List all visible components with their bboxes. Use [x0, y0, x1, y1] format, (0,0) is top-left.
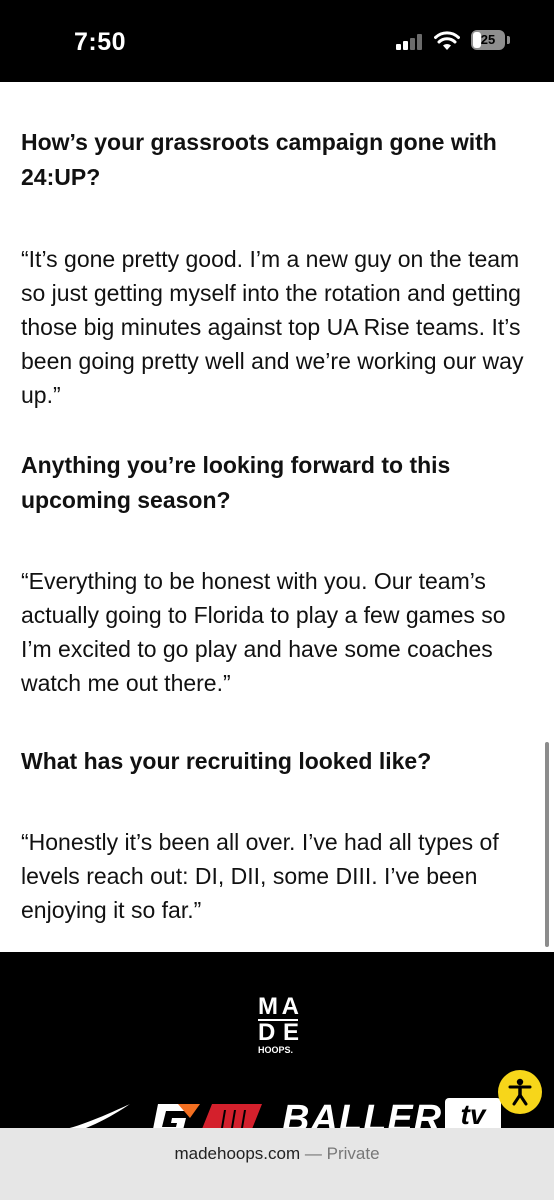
- answer-2: “Everything to be honest with you. Our t…: [21, 568, 506, 696]
- answer-1: “It’s gone pretty good. I’m a new guy on…: [21, 246, 524, 408]
- ballertv-tv-box: tv: [445, 1098, 501, 1132]
- answer-3: “Honestly it’s been all over. I’ve had a…: [21, 829, 499, 923]
- status-time: 7:50: [74, 28, 127, 56]
- browser-url-bar[interactable]: madehoops.com — Private: [0, 1128, 554, 1200]
- logo-letter-a: A: [281, 993, 299, 1020]
- scrollbar-thumb[interactable]: [545, 742, 549, 947]
- status-bar: 7:50 25: [0, 0, 554, 82]
- logo-subtitle: HOOPS.: [258, 1045, 294, 1055]
- logo-letter-e: E: [282, 1019, 299, 1046]
- url-separator: —: [300, 1144, 327, 1163]
- logo-letter-d: D: [258, 1019, 275, 1046]
- article-body: How’s your grassroots campaign gone with…: [21, 125, 531, 927]
- battery-icon: 25: [471, 30, 505, 50]
- wifi-icon: [434, 31, 460, 50]
- made-hoops-logo[interactable]: M A D E HOOPS.: [258, 993, 299, 1055]
- private-mode-label: Private: [326, 1144, 380, 1163]
- signal-icon: [396, 34, 424, 50]
- question-3: What has your recruiting looked like?: [21, 748, 432, 774]
- url-domain: madehoops.com: [174, 1144, 301, 1163]
- logo-letter-m: M: [258, 993, 278, 1020]
- question-2: Anything you’re looking forward to this …: [21, 452, 451, 513]
- battery-percent: 25: [480, 32, 496, 47]
- question-1: How’s your grassroots campaign gone with…: [21, 129, 497, 190]
- battery-nub: [507, 36, 510, 44]
- accessibility-button[interactable]: [498, 1070, 542, 1114]
- url-text[interactable]: madehoops.com — Private: [0, 1144, 554, 1164]
- accessibility-icon: [508, 1078, 532, 1106]
